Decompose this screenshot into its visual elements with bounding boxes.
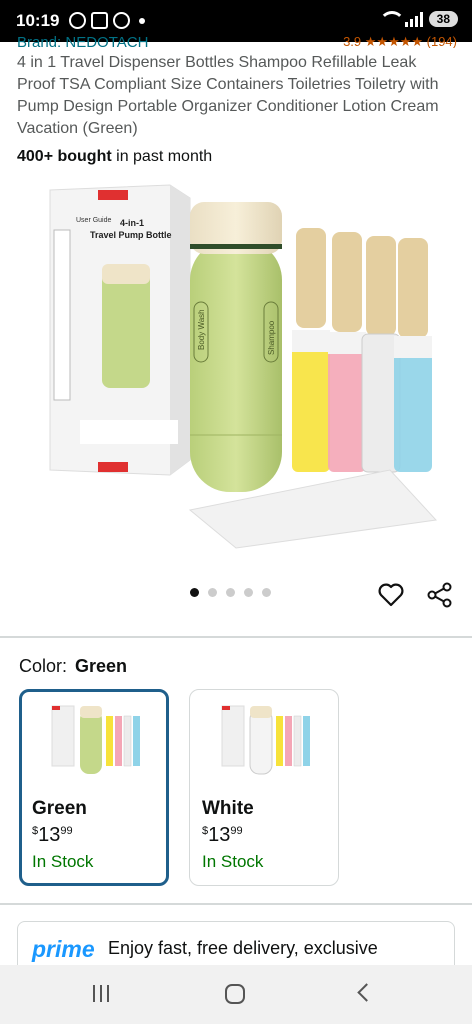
- prime-text: Enjoy fast, free delivery, exclusive: [108, 938, 378, 958]
- color-option-white[interactable]: White $1399 In Stock: [189, 689, 339, 886]
- option-price: $1399: [202, 824, 243, 847]
- brand-row: Brand: NEDOTACH 3.9 ★★★★★ (194): [17, 34, 457, 48]
- bought-count: 400+ bought in past month: [17, 148, 212, 166]
- section-divider: [0, 903, 472, 905]
- heart-icon[interactable]: [377, 581, 405, 609]
- battery-icon: 38: [428, 11, 458, 27]
- brand-link[interactable]: Brand: NEDOTACH: [17, 34, 148, 48]
- option-stock: In Stock: [32, 852, 94, 871]
- system-nav-bar: [0, 965, 472, 1024]
- carousel-dot[interactable]: [226, 588, 235, 597]
- bottle-label-body-wash: Body Wash: [197, 309, 206, 350]
- notification-dot-icon: [139, 17, 145, 24]
- box-subtitle-text: Travel Pump Bottle: [90, 230, 172, 240]
- color-option-green[interactable]: Green $1399 In Stock: [19, 689, 169, 886]
- prime-logo: prime: [32, 936, 95, 962]
- whatsapp-icon: [69, 12, 86, 29]
- price-whole: 13: [208, 824, 231, 846]
- product-image[interactable]: User Guide 4-in-1 Travel Pump Bottle Bod…: [40, 180, 440, 550]
- vial-blue: [394, 238, 432, 472]
- vial-pink: [328, 232, 366, 472]
- snapchat-icon: [113, 12, 130, 29]
- carousel-dot[interactable]: [208, 588, 217, 597]
- notification-icons: [69, 12, 145, 29]
- option-price: $1399: [32, 824, 73, 847]
- bought-count-rest: in past month: [111, 148, 213, 165]
- box-title-text: 4-in-1: [120, 218, 144, 228]
- bottle-label-shampoo: Shampoo: [267, 320, 276, 355]
- system-icons: 38: [378, 11, 458, 27]
- status-time: 10:19: [16, 11, 60, 30]
- rating-summary[interactable]: 3.9 ★★★★★ (194): [343, 34, 457, 48]
- option-stock: In Stock: [202, 852, 264, 871]
- product-title: 4 in 1 Travel Dispenser Bottles Shampoo …: [17, 54, 439, 137]
- back-icon[interactable]: [357, 983, 376, 1002]
- swatch-thumbnail: [51, 705, 140, 774]
- carousel-dot[interactable]: [190, 588, 199, 597]
- recents-icon[interactable]: [93, 985, 109, 1002]
- screenshot-icon: [91, 12, 108, 29]
- signal-icon: [404, 11, 423, 27]
- box-guide-text: User Guide: [76, 217, 112, 224]
- vial-yellow: [292, 228, 330, 472]
- product-box: User Guide 4-in-1 Travel Pump Bottle: [49, 184, 191, 476]
- section-divider: [0, 636, 472, 638]
- bought-count-bold: 400+ bought: [17, 148, 112, 165]
- option-name: Green: [32, 798, 87, 819]
- swatch-thumbnail: [221, 705, 310, 775]
- vials: [292, 228, 432, 473]
- home-icon[interactable]: [225, 984, 245, 1004]
- price-whole: 13: [38, 824, 61, 846]
- image-carousel-dots[interactable]: [190, 588, 271, 597]
- bottle-main: Body Wash Shampoo: [190, 202, 282, 492]
- carousel-dot[interactable]: [262, 588, 271, 597]
- wifi-icon: [378, 11, 405, 27]
- carousel-dot[interactable]: [244, 588, 253, 597]
- selected-color: Green: [75, 656, 128, 676]
- color-label-row: Color: Green: [19, 656, 127, 677]
- color-label: Color:: [19, 656, 68, 676]
- price-fraction: 99: [60, 825, 73, 837]
- price-fraction: 99: [230, 825, 243, 837]
- option-name: White: [202, 798, 254, 819]
- share-icon[interactable]: [426, 581, 454, 609]
